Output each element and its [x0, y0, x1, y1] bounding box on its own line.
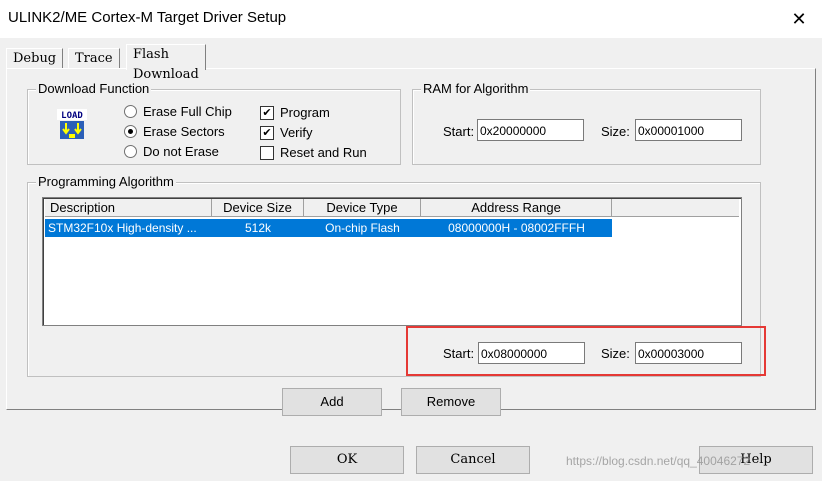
radio-erase-sectors[interactable]: Erase Sectors: [124, 124, 225, 139]
ok-button[interactable]: OK: [290, 446, 404, 474]
dialog-body: Debug Trace Flash Download Download Func…: [0, 38, 822, 481]
ram-for-algorithm-group: RAM for Algorithm Start: 0x20000000 Size…: [412, 81, 761, 165]
radio-indicator: [124, 125, 137, 138]
tab-trace[interactable]: Trace: [68, 48, 120, 69]
tab-debug[interactable]: Debug: [6, 48, 64, 69]
column-device-size[interactable]: Device Size: [212, 199, 304, 217]
tab-flash-download[interactable]: Flash Download: [126, 44, 206, 82]
ram-start-input[interactable]: 0x20000000: [477, 119, 584, 141]
checkbox-box: [260, 145, 274, 160]
remove-button[interactable]: Remove: [401, 388, 501, 416]
load-icon-text: LOAD: [61, 111, 83, 121]
column-description[interactable]: Description: [45, 199, 212, 217]
add-button[interactable]: Add: [282, 388, 382, 416]
watermark: https://blog.csdn.net/qq_40046272: [566, 454, 751, 468]
checkbox-label: Reset and Run: [280, 145, 367, 160]
highlight-box: [406, 326, 766, 376]
radio-label: Do not Erase: [143, 144, 219, 159]
ram-size-input[interactable]: 0x00001000: [635, 119, 742, 141]
column-device-type[interactable]: Device Type: [304, 199, 421, 217]
algorithm-list[interactable]: Description Device Size Device Type Addr…: [42, 197, 742, 326]
radio-erase-full-chip[interactable]: Erase Full Chip: [124, 104, 232, 119]
checkbox-program[interactable]: ✔ Program: [260, 105, 330, 120]
checkbox-verify[interactable]: ✔ Verify: [260, 125, 313, 140]
checkbox-reset-and-run[interactable]: Reset and Run: [260, 145, 367, 160]
column-address-range[interactable]: Address Range: [421, 199, 612, 217]
radio-label: Erase Full Chip: [143, 104, 232, 119]
close-icon: ✕: [791, 8, 807, 29]
algorithm-title: Programming Algorithm: [36, 174, 176, 189]
radio-indicator: [124, 105, 137, 118]
close-button[interactable]: ✕: [776, 0, 822, 38]
title-bar: ULINK2/ME Cortex-M Target Driver Setup ✕: [0, 0, 822, 38]
radio-do-not-erase[interactable]: Do not Erase: [124, 144, 219, 159]
cancel-button[interactable]: Cancel: [416, 446, 530, 474]
download-function-group: Download Function LOAD Erase Full Chip E…: [27, 81, 401, 165]
check-icon: ✔: [260, 105, 274, 120]
checkbox-label: Program: [280, 105, 330, 120]
load-icon: LOAD: [56, 106, 88, 142]
radio-label: Erase Sectors: [143, 124, 225, 139]
row-description: STM32F10x High-density ...: [48, 221, 197, 235]
row-address-range: 08000000H - 08002FFFH: [448, 221, 585, 235]
checkbox-label: Verify: [280, 125, 313, 140]
ram-title: RAM for Algorithm: [421, 81, 531, 96]
check-icon: ✔: [260, 125, 274, 140]
radio-indicator: [124, 145, 137, 158]
row-device-size: 512k: [244, 221, 272, 235]
ram-start-label: Start:: [443, 124, 475, 139]
row-device-type: On-chip Flash: [325, 221, 400, 235]
window-title: ULINK2/ME Cortex-M Target Driver Setup: [8, 9, 287, 26]
table-row[interactable]: STM32F10x High-density ... 512k On-chip …: [45, 219, 612, 237]
ram-size-label: Size:: [601, 124, 630, 139]
column-filler: [612, 199, 739, 217]
